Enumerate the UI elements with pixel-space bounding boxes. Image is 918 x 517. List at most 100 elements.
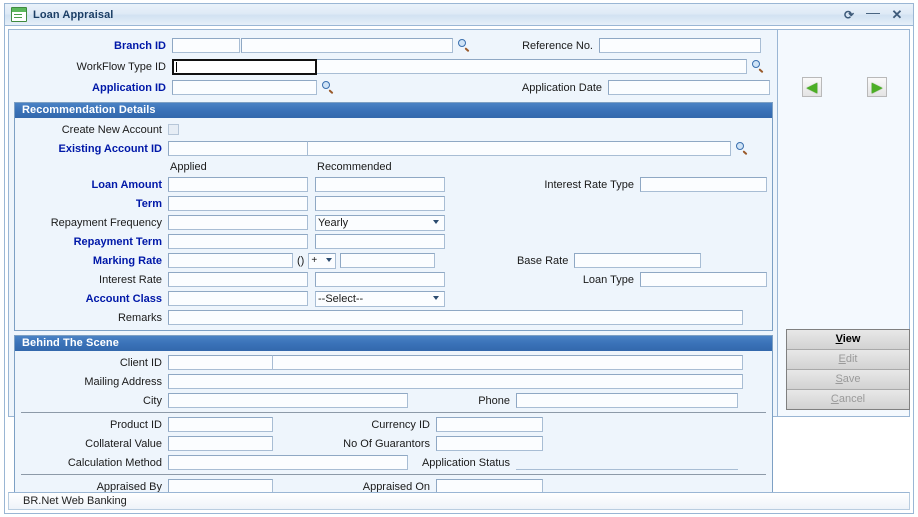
application-id-search-icon[interactable] bbox=[321, 80, 336, 95]
remarks-input[interactable] bbox=[168, 310, 743, 325]
existing-account-id-label: Existing Account ID bbox=[58, 142, 163, 155]
row-collateral-guarantors: Collateral Value No Of Guarantors bbox=[15, 434, 772, 453]
calculation-method-label: Calculation Method bbox=[67, 456, 162, 469]
repayment-frequency-selected-value: Yearly bbox=[318, 216, 349, 229]
client-id-input[interactable] bbox=[168, 355, 273, 370]
city-label: City bbox=[143, 394, 162, 407]
reference-no-input[interactable] bbox=[599, 38, 761, 53]
loan-amount-label: Loan Amount bbox=[91, 178, 162, 191]
row-term: Term bbox=[15, 194, 772, 213]
repayment-term-recommended-input[interactable] bbox=[315, 234, 445, 249]
remarks-label: Remarks bbox=[117, 311, 162, 324]
application-date-input[interactable] bbox=[608, 80, 770, 95]
behind-the-scene-body: Client ID Mailing Address City Phone Pro… bbox=[15, 351, 772, 499]
mailing-address-input[interactable] bbox=[168, 374, 743, 389]
currency-id-label: Currency ID bbox=[371, 418, 430, 431]
interest-rate-label: Interest Rate bbox=[99, 273, 162, 286]
row-application: Application ID Application Date bbox=[14, 77, 773, 98]
term-applied-input[interactable] bbox=[168, 196, 308, 211]
term-recommended-input[interactable] bbox=[315, 196, 445, 211]
row-create-new-account: Create New Account bbox=[15, 120, 772, 139]
repayment-term-applied-input[interactable] bbox=[168, 234, 308, 249]
client-id-label: Client ID bbox=[119, 356, 162, 369]
close-icon[interactable]: ✕ bbox=[885, 6, 909, 24]
action-button-group: View Edit Save Cancel bbox=[786, 329, 910, 410]
existing-account-id-name-input[interactable] bbox=[308, 141, 731, 156]
collateral-value-input[interactable] bbox=[168, 436, 273, 451]
chevron-down-icon bbox=[433, 219, 440, 224]
repayment-frequency-recommended-select[interactable]: Yearly bbox=[315, 214, 445, 231]
interest-rate-type-input[interactable] bbox=[640, 177, 767, 192]
row-product-currency: Product ID Currency ID bbox=[15, 415, 772, 434]
view-button[interactable]: View bbox=[787, 330, 909, 350]
interest-rate-type-label: Interest Rate Type bbox=[544, 178, 634, 191]
edit-accel: E bbox=[838, 353, 846, 365]
account-class-recommended-select[interactable]: --Select-- bbox=[315, 290, 445, 307]
loan-appraisal-window: Loan Appraisal ⟳ — ✕ Branch ID Reference… bbox=[4, 3, 914, 514]
window-title: Loan Appraisal bbox=[33, 8, 114, 21]
row-client-id: Client ID bbox=[15, 353, 772, 372]
save-label: ave bbox=[842, 373, 861, 385]
nav-forward-button[interactable]: ▶ bbox=[867, 77, 887, 97]
marking-rate-value-input[interactable] bbox=[340, 253, 436, 268]
form-pane: Branch ID Reference No. WorkFlow Type ID bbox=[9, 30, 777, 500]
marking-rate-label: Marking Rate bbox=[92, 254, 162, 267]
appraised-on-label: Appraised On bbox=[362, 480, 430, 493]
base-rate-input[interactable] bbox=[574, 253, 702, 268]
arrow-right-icon: ▶ bbox=[872, 79, 882, 95]
loan-amount-recommended-input[interactable] bbox=[315, 177, 445, 192]
cancel-button[interactable]: Cancel bbox=[787, 390, 909, 409]
marking-rate-applied-input[interactable] bbox=[168, 253, 293, 268]
reference-no-label: Reference No. bbox=[522, 39, 593, 52]
workflow-type-id-input[interactable] bbox=[172, 58, 317, 75]
client-id-name-input[interactable] bbox=[273, 355, 743, 370]
currency-id-input[interactable] bbox=[436, 417, 543, 432]
title-bar: Loan Appraisal ⟳ — ✕ bbox=[5, 4, 913, 26]
create-new-account-checkbox[interactable] bbox=[168, 124, 179, 135]
product-id-input[interactable] bbox=[168, 417, 273, 432]
view-accel: V bbox=[835, 333, 843, 345]
workflow-type-id-label: WorkFlow Type ID bbox=[76, 60, 166, 73]
branch-id-label: Branch ID bbox=[114, 39, 166, 52]
loan-amount-applied-input[interactable] bbox=[168, 177, 308, 192]
application-id-input[interactable] bbox=[172, 80, 317, 95]
existing-account-id-search-icon[interactable] bbox=[735, 141, 750, 156]
phone-input[interactable] bbox=[516, 393, 738, 408]
calculation-method-input[interactable] bbox=[168, 455, 408, 470]
content-area: Branch ID Reference No. WorkFlow Type ID bbox=[8, 29, 910, 500]
edit-button[interactable]: Edit bbox=[787, 350, 909, 370]
row-remarks: Remarks bbox=[15, 308, 772, 327]
minimize-icon[interactable]: — bbox=[861, 3, 885, 26]
branch-id-code-input[interactable] bbox=[172, 38, 240, 53]
phone-label: Phone bbox=[478, 394, 510, 407]
interest-rate-recommended-input[interactable] bbox=[315, 272, 445, 287]
branch-id-search-icon[interactable] bbox=[457, 38, 472, 53]
existing-account-id-input[interactable] bbox=[168, 141, 308, 156]
workflow-type-id-name-input[interactable] bbox=[317, 59, 747, 74]
marking-rate-operator-select[interactable]: + bbox=[308, 252, 337, 269]
no-of-guarantors-label: No Of Guarantors bbox=[343, 437, 430, 450]
mailing-address-label: Mailing Address bbox=[84, 375, 162, 388]
row-marking-rate: Marking Rate () + Base Rate bbox=[15, 251, 772, 270]
interest-rate-applied-input[interactable] bbox=[168, 272, 308, 287]
applied-column-header: Applied bbox=[170, 160, 207, 173]
refresh-icon[interactable]: ⟳ bbox=[837, 6, 861, 24]
loan-type-input[interactable] bbox=[640, 272, 767, 287]
row-city-phone: City Phone bbox=[15, 391, 772, 410]
repayment-frequency-applied-input[interactable] bbox=[168, 215, 308, 230]
account-class-applied-input[interactable] bbox=[168, 291, 308, 306]
nav-back-button[interactable]: ◀ bbox=[802, 77, 822, 97]
city-input[interactable] bbox=[168, 393, 408, 408]
row-branch-reference: Branch ID Reference No. bbox=[14, 35, 773, 56]
row-account-class: Account Class --Select-- bbox=[15, 289, 772, 308]
behind-the-scene-section: Behind The Scene Client ID Mailing Addre… bbox=[14, 335, 773, 500]
row-existing-account-id: Existing Account ID bbox=[15, 139, 772, 158]
branch-id-name-input[interactable] bbox=[241, 38, 453, 53]
application-status-label: Application Status bbox=[421, 456, 510, 469]
workflow-type-id-search-icon[interactable] bbox=[751, 59, 766, 74]
view-label: iew bbox=[842, 333, 861, 345]
nav-arrows: ◀ ▶ bbox=[778, 77, 909, 97]
no-of-guarantors-input[interactable] bbox=[436, 436, 543, 451]
document-icon bbox=[11, 7, 27, 22]
save-button[interactable]: Save bbox=[787, 370, 909, 390]
